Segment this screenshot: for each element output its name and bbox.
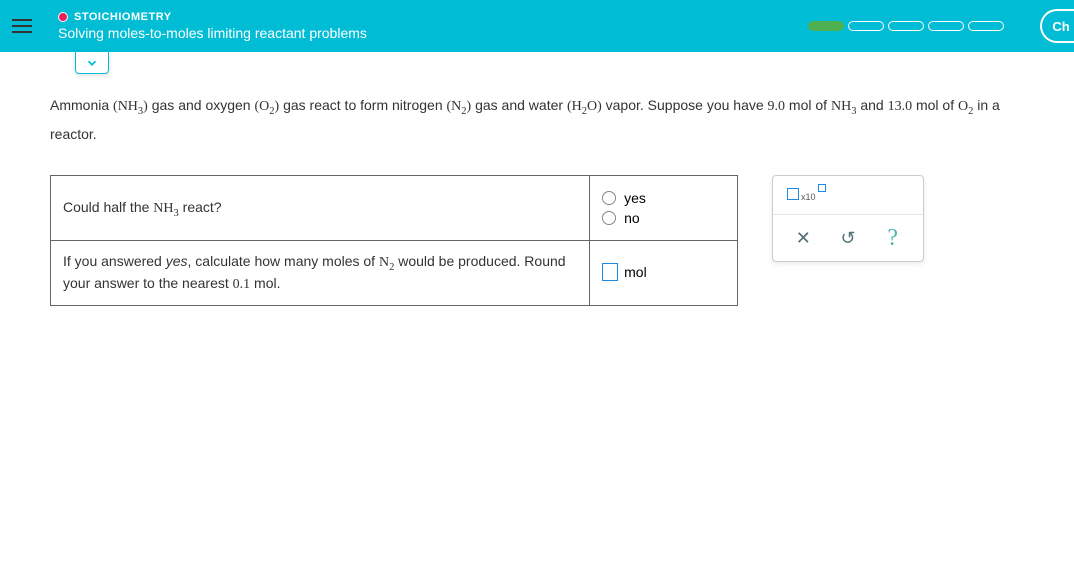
topic-dot-icon: [58, 12, 68, 22]
expand-dropdown-tab[interactable]: [75, 52, 109, 74]
page-subtitle: Solving moles-to-moles limiting reactant…: [58, 25, 367, 41]
question-mark-icon: ?: [887, 225, 898, 252]
reset-button[interactable]: ↺: [833, 223, 863, 253]
progress-segment: [968, 21, 1004, 31]
question-1-options: yes no: [590, 176, 738, 241]
radio-icon: [602, 191, 616, 205]
progress-segment: [928, 21, 964, 31]
header-titles: STOICHIOMETRY Solving moles-to-moles lim…: [58, 11, 367, 41]
radio-icon: [602, 211, 616, 225]
mantissa-box-icon: [787, 188, 799, 200]
radio-yes[interactable]: yes: [602, 190, 725, 206]
progress-segment: [888, 21, 924, 31]
progress-segment: [848, 21, 884, 31]
chevron-down-icon: [85, 56, 99, 70]
progress-bar: [808, 21, 1004, 31]
topic-label: STOICHIOMETRY: [74, 11, 172, 23]
x-icon: ✕: [796, 228, 811, 249]
problem-statement: Ammonia (NH3) gas and oxygen (O2) gas re…: [50, 92, 1024, 147]
unit-label: mol: [624, 264, 647, 280]
question-1-text: Could half the NH3 react?: [51, 176, 590, 241]
scientific-notation-button[interactable]: x10: [783, 186, 830, 204]
reset-icon: ↺: [840, 228, 855, 249]
progress-segment: [808, 21, 844, 31]
moles-input[interactable]: [602, 263, 618, 281]
clear-button[interactable]: ✕: [788, 223, 818, 253]
radio-yes-label: yes: [624, 190, 646, 206]
help-button[interactable]: ?: [878, 223, 908, 253]
question-2-text: If you answered yes, calculate how many …: [51, 241, 590, 306]
radio-no[interactable]: no: [602, 210, 725, 226]
exponent-box-icon: [818, 184, 826, 192]
chapter-badge[interactable]: Ch: [1040, 9, 1074, 43]
question-2-input-cell: mol: [590, 241, 738, 306]
app-header: STOICHIOMETRY Solving moles-to-moles lim…: [0, 0, 1074, 52]
hamburger-menu-icon[interactable]: [12, 12, 40, 40]
x10-label: x10: [801, 192, 816, 202]
radio-no-label: no: [624, 210, 640, 226]
answer-toolbox: x10 ✕ ↺ ?: [772, 175, 924, 262]
content-area: Ammonia (NH3) gas and oxygen (O2) gas re…: [0, 52, 1074, 326]
question-table: Could half the NH3 react? yes no If you …: [50, 175, 738, 306]
